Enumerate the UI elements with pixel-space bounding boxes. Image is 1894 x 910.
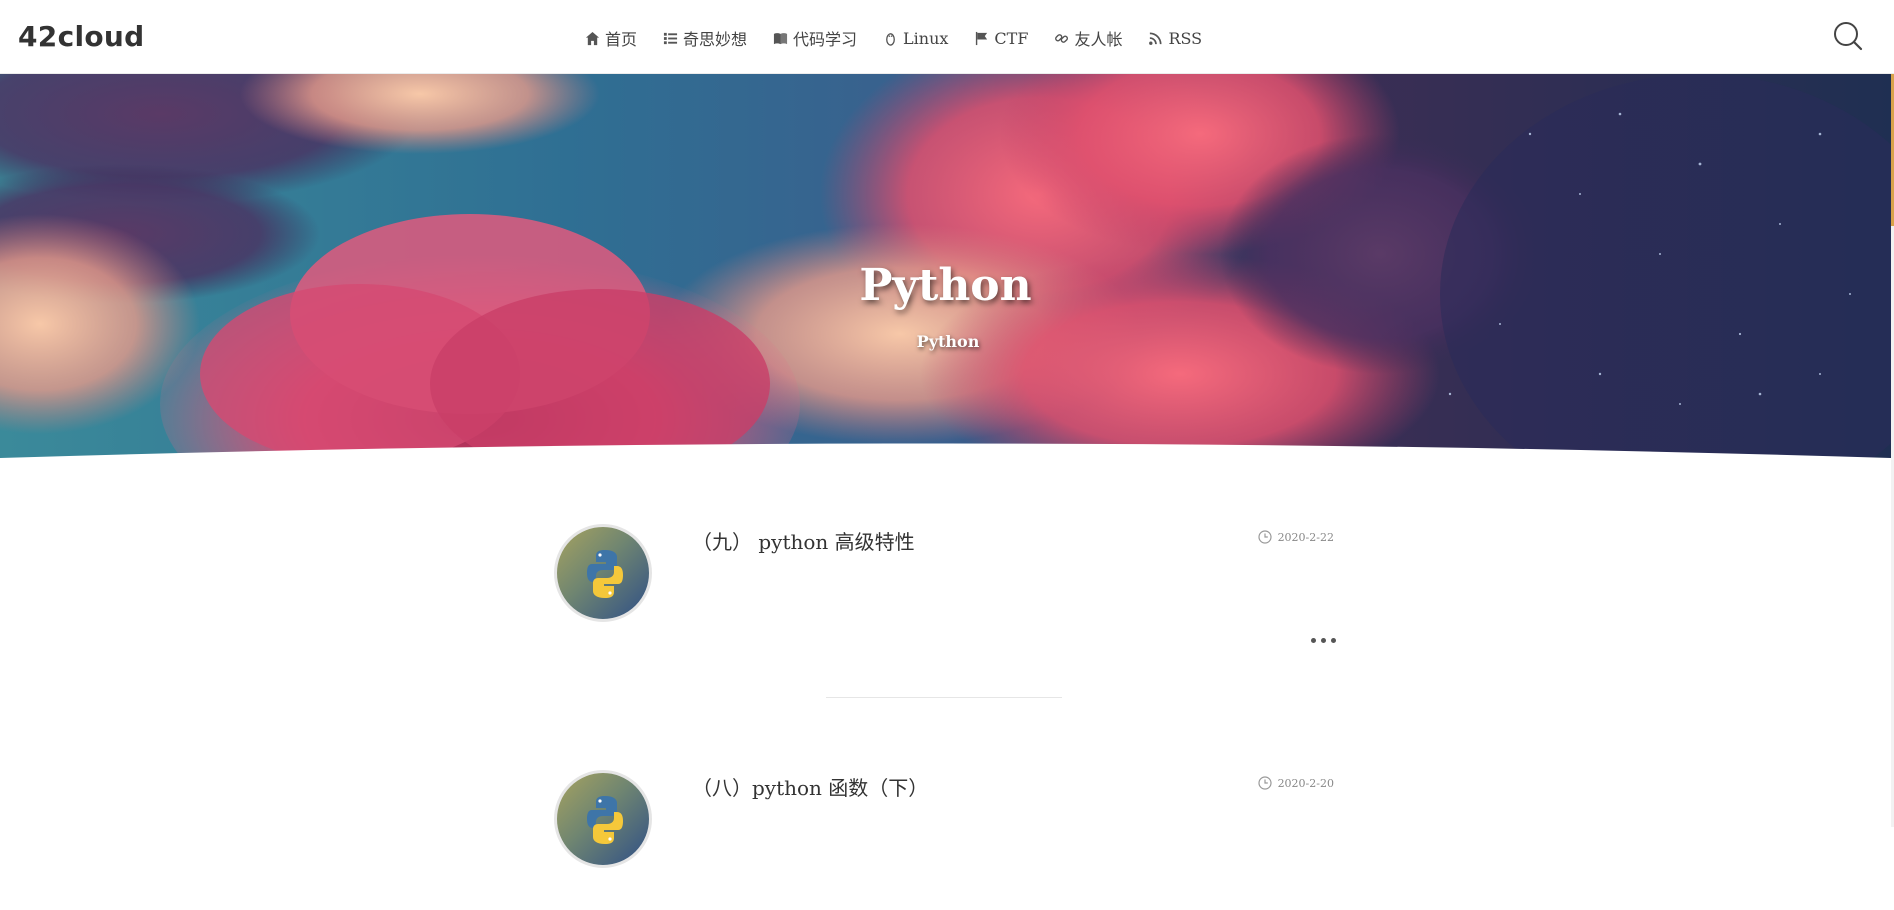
nav-item-friends[interactable]: 友人帐: [1054, 26, 1122, 50]
nav-item-linux[interactable]: Linux: [883, 26, 948, 50]
post-item: （九） python 高级特性 2020-2-22: [554, 524, 1336, 664]
post-date: 2020-2-22: [1257, 530, 1334, 544]
post-title[interactable]: （八）python 函数（下）: [692, 772, 928, 801]
dot: [1331, 638, 1336, 643]
post-date-text: 2020-2-20: [1277, 776, 1334, 790]
post-divider: [826, 697, 1062, 698]
nav-label: 友人帐: [1074, 30, 1123, 49]
search-button[interactable]: [1832, 20, 1864, 52]
search-icon: [1834, 22, 1863, 51]
read-more-button[interactable]: [1311, 638, 1336, 643]
site-logo[interactable]: 42cloud: [18, 20, 144, 53]
post-thumbnail[interactable]: [554, 770, 652, 868]
clock-icon: [1257, 776, 1272, 790]
nav-label: RSS: [1168, 28, 1203, 48]
post-date: 2020-2-20: [1257, 776, 1334, 790]
nav-label: Linux: [903, 28, 949, 48]
book-icon: [773, 32, 788, 44]
clock-icon: [1257, 530, 1272, 544]
nav-item-code[interactable]: 代码学习: [773, 26, 857, 50]
nav-label: 首页: [605, 30, 638, 49]
nav-label: CTF: [994, 28, 1029, 48]
list-icon: [663, 32, 678, 44]
nav-item-home[interactable]: 首页: [585, 26, 637, 50]
dot: [1321, 638, 1326, 643]
home-icon: [585, 31, 600, 45]
flag-icon: [976, 31, 988, 45]
nav-item-ideas[interactable]: 奇思妙想: [663, 26, 747, 50]
post-item: （八）python 函数（下） 2020-2-20: [554, 770, 1336, 910]
dot: [1311, 638, 1316, 643]
post-date-text: 2020-2-22: [1277, 530, 1334, 544]
post-thumbnail[interactable]: [554, 524, 652, 622]
hero-subtitle: Python: [916, 332, 980, 351]
main-nav: 首页 奇思妙想 代码学习 Linux CTF 友人帐 RSS: [585, 26, 1202, 50]
python-logo-icon: [587, 550, 623, 598]
nav-label: 代码学习: [793, 30, 858, 49]
hero-banner: Python Python: [0, 74, 1891, 464]
nav-label: 奇思妙想: [683, 30, 748, 49]
python-logo-icon: [587, 796, 623, 844]
post-title[interactable]: （九） python 高级特性: [692, 526, 915, 555]
site-header: 42cloud 首页 奇思妙想 代码学习 Linux CTF 友人帐 RSS: [0, 0, 1894, 74]
nav-item-rss[interactable]: RSS: [1148, 26, 1202, 50]
link-icon: [1055, 33, 1069, 43]
linux-icon: [886, 32, 895, 46]
nav-item-ctf[interactable]: CTF: [974, 26, 1028, 50]
hero-title: Python: [859, 260, 1032, 311]
rss-icon: [1149, 32, 1162, 45]
